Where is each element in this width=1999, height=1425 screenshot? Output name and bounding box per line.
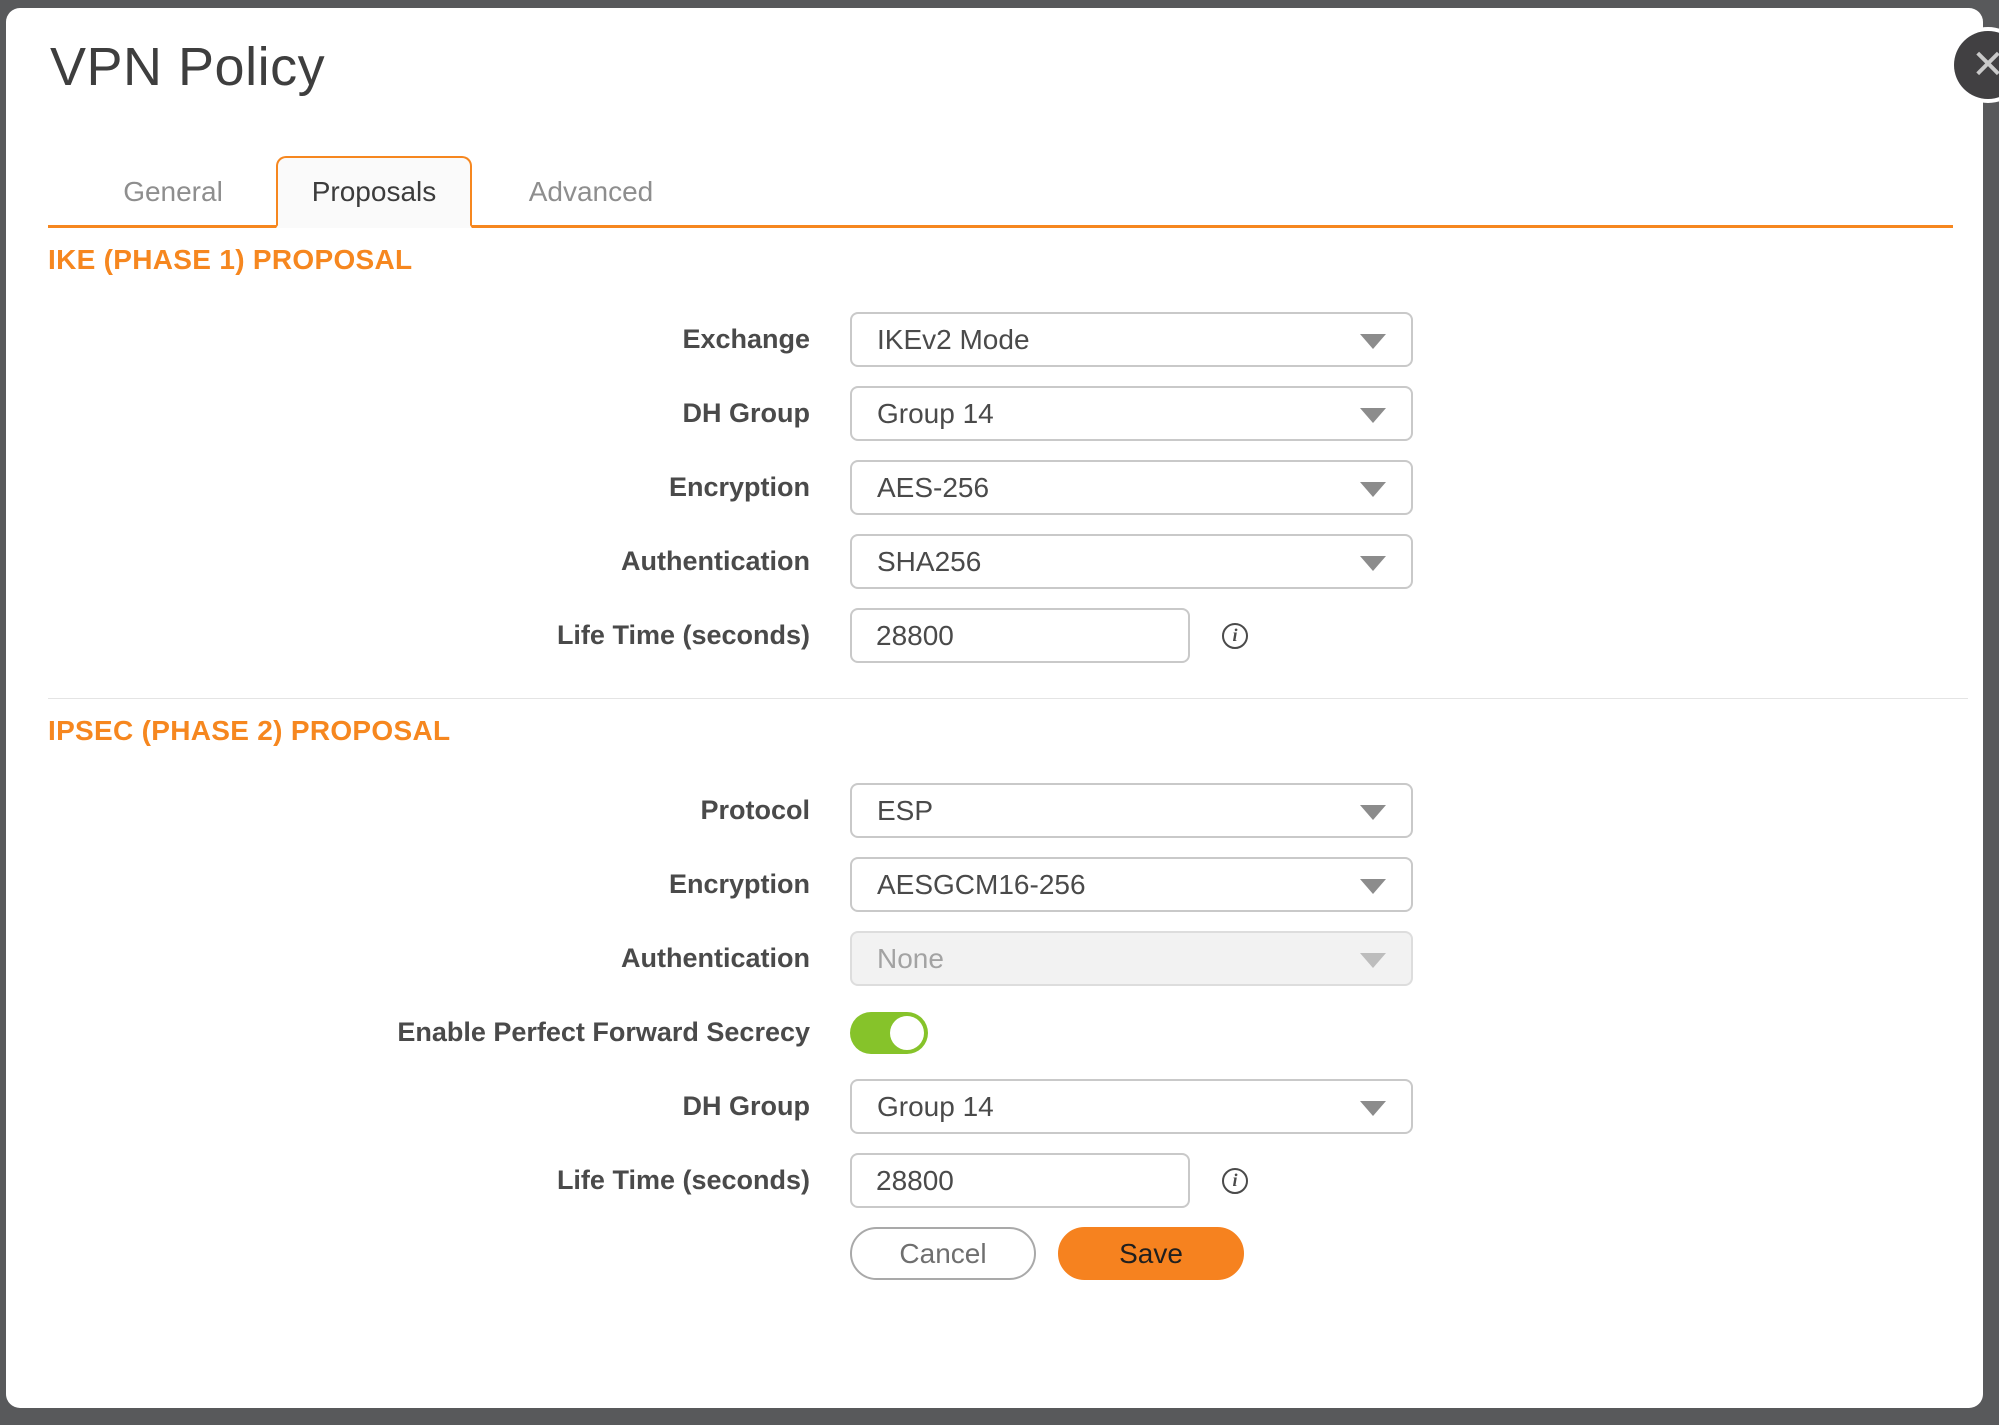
dropdown-arrow-icon <box>1360 556 1386 571</box>
tab-general[interactable]: General <box>78 156 268 228</box>
encryption-select-value: AES-256 <box>877 472 989 504</box>
field-label-dh-group: DH Group <box>48 398 810 429</box>
tab-panel-proposals: IKE (PHASE 1) PROPOSAL Exchange IKEv2 Mo… <box>48 228 1957 1280</box>
pfs-toggle[interactable] <box>850 1012 928 1054</box>
encryption-p2-select[interactable]: AESGCM16-256 <box>850 857 1413 912</box>
dropdown-arrow-icon <box>1360 334 1386 349</box>
info-icon[interactable]: i <box>1222 1168 1248 1194</box>
dropdown-arrow-icon <box>1360 953 1386 968</box>
info-icon[interactable]: i <box>1222 623 1248 649</box>
form-row-pfs: Enable Perfect Forward Secrecy <box>48 1005 1957 1060</box>
section-heading-ipsec-phase2: IPSEC (PHASE 2) PROPOSAL <box>48 715 1957 747</box>
encryption-select[interactable]: AES-256 <box>850 460 1413 515</box>
form-row-encryption-p2: Encryption AESGCM16-256 <box>48 857 1957 912</box>
ipsec-phase2-fields: Protocol ESP Encryption AESGCM16-256 Aut… <box>48 783 1957 1208</box>
field-label-lifetime-p2: Life Time (seconds) <box>48 1165 810 1196</box>
lifetime-input[interactable] <box>850 608 1190 663</box>
toggle-knob <box>890 1016 924 1050</box>
form-row-authentication: Authentication SHA256 <box>48 534 1957 589</box>
authentication-select-value: SHA256 <box>877 546 981 578</box>
dropdown-arrow-icon <box>1360 879 1386 894</box>
field-label-dh-group-p2: DH Group <box>48 1091 810 1122</box>
form-row-exchange: Exchange IKEv2 Mode <box>48 312 1957 367</box>
dropdown-arrow-icon <box>1360 1101 1386 1116</box>
authentication-select[interactable]: SHA256 <box>850 534 1413 589</box>
field-label-pfs: Enable Perfect Forward Secrecy <box>48 1017 810 1048</box>
form-row-dh-group-p2: DH Group Group 14 <box>48 1079 1957 1134</box>
authentication-p2-select: None <box>850 931 1413 986</box>
dh-group-p2-select-value: Group 14 <box>877 1091 994 1123</box>
dh-group-select[interactable]: Group 14 <box>850 386 1413 441</box>
page-title: VPN Policy <box>50 36 325 98</box>
section-heading-ike-phase1: IKE (PHASE 1) PROPOSAL <box>48 244 1957 276</box>
tab-proposals[interactable]: Proposals <box>276 156 472 228</box>
encryption-p2-select-value: AESGCM16-256 <box>877 869 1086 901</box>
field-label-protocol: Protocol <box>48 795 810 826</box>
form-row-lifetime: Life Time (seconds) i <box>48 608 1957 663</box>
lifetime-p2-input[interactable] <box>850 1153 1190 1208</box>
field-label-authentication: Authentication <box>48 546 810 577</box>
protocol-select[interactable]: ESP <box>850 783 1413 838</box>
exchange-select-value: IKEv2 Mode <box>877 324 1030 356</box>
field-label-exchange: Exchange <box>48 324 810 355</box>
tab-bar: General Proposals Advanced <box>48 156 1953 228</box>
authentication-p2-select-value: None <box>877 943 944 975</box>
protocol-select-value: ESP <box>877 795 933 827</box>
form-row-authentication-p2: Authentication None <box>48 931 1957 986</box>
dialog-footer: Cancel Save <box>850 1227 1957 1280</box>
dropdown-arrow-icon <box>1360 482 1386 497</box>
dh-group-p2-select[interactable]: Group 14 <box>850 1079 1413 1134</box>
exchange-select[interactable]: IKEv2 Mode <box>850 312 1413 367</box>
vpn-policy-dialog: VPN Policy General Proposals Advanced IK… <box>6 8 1983 1408</box>
section-divider <box>48 698 1968 699</box>
cancel-button[interactable]: Cancel <box>850 1227 1036 1280</box>
field-label-encryption: Encryption <box>48 472 810 503</box>
form-row-lifetime-p2: Life Time (seconds) i <box>48 1153 1957 1208</box>
form-row-encryption: Encryption AES-256 <box>48 460 1957 515</box>
field-label-encryption-p2: Encryption <box>48 869 810 900</box>
dh-group-select-value: Group 14 <box>877 398 994 430</box>
dropdown-arrow-icon <box>1360 805 1386 820</box>
tab-advanced[interactable]: Advanced <box>496 156 686 228</box>
form-row-dh-group: DH Group Group 14 <box>48 386 1957 441</box>
dropdown-arrow-icon <box>1360 408 1386 423</box>
save-button[interactable]: Save <box>1058 1227 1244 1280</box>
field-label-authentication-p2: Authentication <box>48 943 810 974</box>
form-row-protocol: Protocol ESP <box>48 783 1957 838</box>
field-label-lifetime: Life Time (seconds) <box>48 620 810 651</box>
ike-phase1-fields: Exchange IKEv2 Mode DH Group Group 14 En… <box>48 312 1957 663</box>
